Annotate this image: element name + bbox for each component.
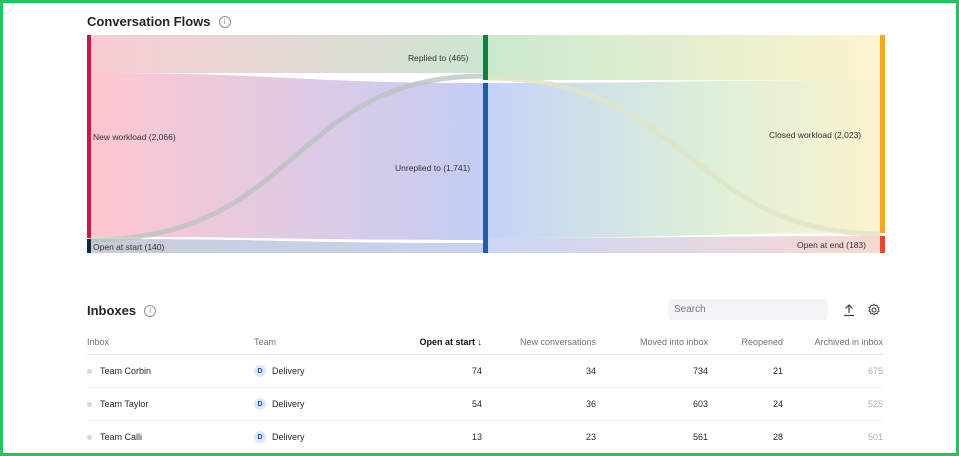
cell-moved-into-inbox: 561	[596, 420, 708, 454]
team-name: Delivery	[272, 432, 305, 442]
table-header-row: Inbox Team Open at start ↓ New conversat…	[87, 330, 883, 355]
table-row[interactable]: Team Taylor D Delivery 54 36 603 24 525	[87, 387, 883, 421]
team-avatar: D	[254, 431, 266, 443]
team-avatar: D	[254, 365, 266, 377]
label-open-at-end: Open at end (183)	[797, 240, 866, 250]
team-avatar: D	[254, 398, 266, 410]
info-icon[interactable]: i	[144, 304, 157, 317]
cell-open-at-start: 54	[384, 387, 482, 421]
cell-new-conversations: 36	[482, 387, 596, 421]
flow-unreplied-to-closed	[487, 80, 880, 238]
table-row[interactable]: Team Corbin D Delivery 74 34 734 21 675	[87, 354, 883, 388]
cell-open-at-start: 74	[384, 354, 482, 388]
label-replied-to: Replied to (465)	[408, 53, 469, 63]
cell-archived-in-inbox: 675	[783, 354, 883, 388]
inboxes-title: Inboxes i	[87, 303, 157, 318]
column-header-new-conversations[interactable]: New conversations	[482, 330, 596, 355]
column-header-archived-in-inbox[interactable]: Archived in inbox	[783, 330, 883, 355]
label-new-workload: New workload (2,066)	[93, 132, 176, 142]
inbox-name[interactable]: Team Corbin	[100, 366, 151, 376]
node-closed-workload[interactable]	[880, 35, 885, 233]
status-dot	[87, 401, 92, 407]
search-input[interactable]	[668, 299, 828, 320]
node-open-at-start[interactable]	[87, 239, 91, 253]
node-replied-to[interactable]	[483, 35, 488, 80]
upload-icon-glyph	[844, 304, 854, 317]
table-row[interactable]: Team Calli D Delivery 13 23 561 28 501	[87, 420, 883, 454]
column-header-team[interactable]: Team	[254, 330, 384, 355]
column-header-reopened[interactable]: Reopened	[708, 330, 783, 355]
flow-new-to-unreplied	[90, 73, 483, 240]
cell-archived-in-inbox: 525	[783, 387, 883, 421]
node-unreplied-to[interactable]	[483, 83, 488, 253]
label-open-at-start: Open at start (140)	[93, 242, 165, 252]
cell-new-conversations: 34	[482, 354, 596, 388]
cell-reopened: 28	[708, 420, 783, 454]
status-dot	[87, 434, 92, 440]
gear-icon-glyph	[868, 303, 880, 316]
cell-moved-into-inbox: 734	[596, 354, 708, 388]
cell-new-conversations: 23	[482, 420, 596, 454]
label-unreplied-to: Unreplied to (1,741)	[395, 163, 471, 173]
node-new-workload[interactable]	[87, 35, 91, 238]
flow-replied-to-closed	[487, 35, 880, 80]
inboxes-table: Inbox Team Open at start ↓ New conversat…	[87, 330, 883, 454]
team-name: Delivery	[272, 366, 305, 376]
cell-archived-in-inbox: 501	[783, 420, 883, 454]
column-header-moved-into-inbox[interactable]: Moved into inbox	[596, 330, 708, 355]
status-dot	[87, 368, 92, 374]
column-header-inbox[interactable]: Inbox	[87, 330, 254, 355]
column-header-open-at-start[interactable]: Open at start ↓	[384, 330, 482, 355]
inbox-name[interactable]: Team Taylor	[100, 399, 148, 409]
cell-open-at-start: 13	[384, 420, 482, 454]
team-name: Delivery	[272, 399, 305, 409]
cell-moved-into-inbox: 603	[596, 387, 708, 421]
inboxes-title-text: Inboxes	[87, 303, 137, 318]
upload-icon[interactable]	[841, 302, 857, 318]
label-closed-workload: Closed workload (2,023)	[769, 130, 862, 140]
cell-reopened: 21	[708, 354, 783, 388]
inbox-name[interactable]: Team Calli	[100, 432, 142, 442]
cell-reopened: 24	[708, 387, 783, 421]
gear-icon[interactable]	[866, 302, 882, 318]
node-open-at-end[interactable]	[880, 236, 885, 253]
